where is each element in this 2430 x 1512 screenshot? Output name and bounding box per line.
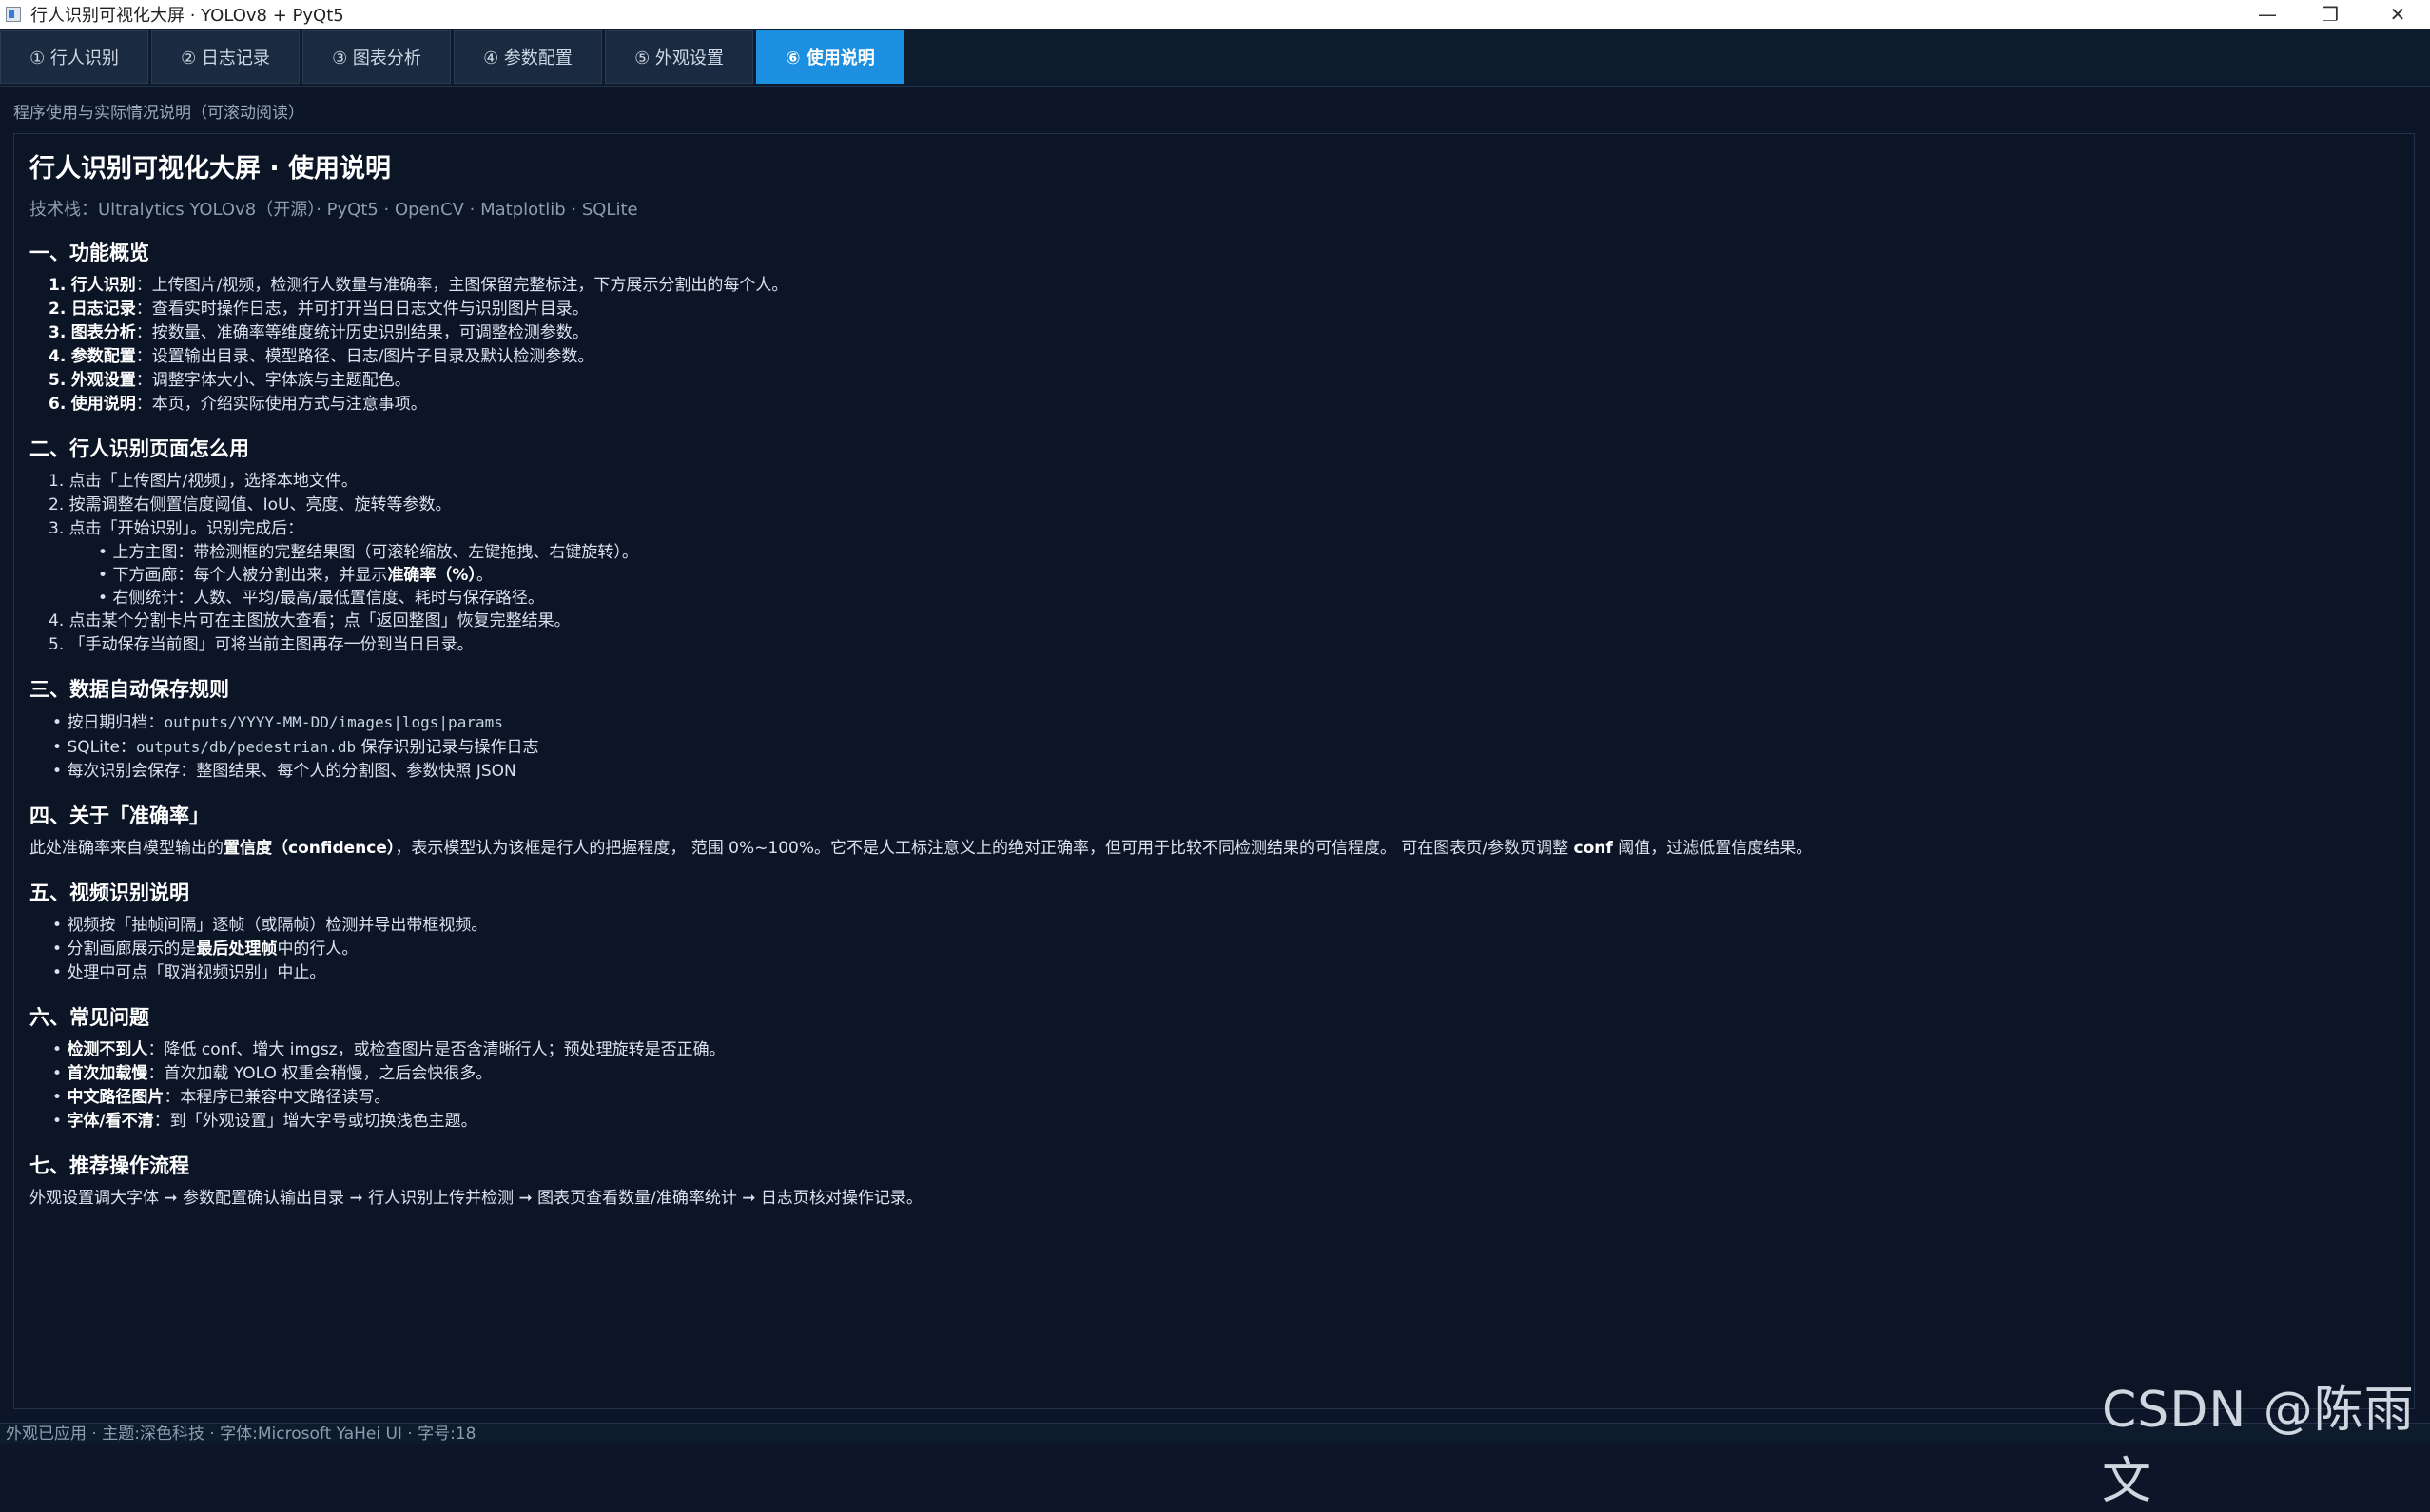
howto-sublist: 上方主图：带检测框的完整结果图（可滚轮缩放、左键拖拽、右键旋转）。 下方画廊：每… bbox=[98, 541, 2399, 610]
tab-bar: ① 行人识别 ② 日志记录 ③ 图表分析 ④ 参数配置 ⑤ 外观设置 ⑥ 使用说… bbox=[0, 29, 2430, 87]
tab-chart-analysis[interactable]: ③ 图表分析 bbox=[302, 30, 451, 84]
list-item: 字体/看不清：到「外观设置」增大字号或切换浅色主题。 bbox=[52, 1110, 2399, 1134]
list-item: 右侧统计：人数、平均/最高/最低置信度、耗时与保存路径。 bbox=[98, 587, 2399, 610]
section-caption: 程序使用与实际情况说明（可滚动阅读） bbox=[13, 104, 304, 123]
section-heading-accuracy: 四、关于「准确率」 bbox=[29, 804, 209, 827]
list-item: 2. 日志记录：查看实时操作日志，并可打开当日日志文件与识别图片目录。 bbox=[49, 300, 589, 319]
app-icon bbox=[6, 7, 21, 22]
video-list: 视频按「抽帧间隔」逐帧（或隔帧）检测并导出带框视频。 分割画廊展示的是最后处理帧… bbox=[52, 914, 2399, 985]
list-item: 每次识别会保存：整图结果、每个人的分割图、参数快照 JSON bbox=[52, 760, 2399, 784]
list-item: 5. 外观设置：调整字体大小、字体族与主题配色。 bbox=[49, 371, 411, 390]
section-heading-faq: 六、常见问题 bbox=[29, 1006, 149, 1029]
list-item: 6. 使用说明：本页，介绍实际使用方式与注意事项。 bbox=[49, 395, 427, 414]
list-item: 处理中可点「取消视频识别」中止。 bbox=[52, 961, 2399, 985]
title-bar: 行人识别可视化大屏 · YOLOv8 + PyQt5 — ❐ ✕ bbox=[0, 0, 2430, 29]
faq-list: 检测不到人：降低 conf、增大 imgsz，或检查图片是否含清晰行人；预处理旋… bbox=[52, 1038, 2399, 1134]
doc-subtitle: 技术栈：Ultralytics YOLOv8（开源）· PyQt5 · Open… bbox=[29, 200, 638, 220]
list-item: 检测不到人：降低 conf、增大 imgsz，或检查图片是否含清晰行人；预处理旋… bbox=[52, 1038, 2399, 1062]
close-icon[interactable]: ✕ bbox=[2367, 0, 2428, 29]
section-heading-howto: 二、行人识别页面怎么用 bbox=[29, 437, 249, 460]
window-title: 行人识别可视化大屏 · YOLOv8 + PyQt5 bbox=[30, 6, 344, 26]
howto-list-cont: 4. 点击某个分割卡片可在主图放大查看；点「返回整图」恢复完整结果。 5. 「手… bbox=[49, 610, 2399, 657]
watermark: CSDN @陈雨文 bbox=[2102, 1382, 2415, 1510]
workflow-paragraph: 外观设置调大字体 ➞ 参数配置确认输出目录 ➞ 行人识别上传并检测 ➞ 图表页查… bbox=[29, 1189, 923, 1208]
maximize-icon[interactable]: ❐ bbox=[2300, 0, 2361, 29]
doc-title: 行人识别可视化大屏 · 使用说明 bbox=[29, 154, 392, 184]
howto-list: 1. 点击「上传图片/视频」，选择本地文件。 2. 按需调整右侧置信度阈值、Io… bbox=[49, 470, 2399, 541]
guide-scroll-area[interactable]: 行人识别可视化大屏 · 使用说明 技术栈：Ultralytics YOLOv8（… bbox=[13, 133, 2415, 1409]
list-item: 下方画廊：每个人被分割出来，并显示准确率（%）。 bbox=[98, 564, 2399, 587]
tab-pedestrian-detection[interactable]: ① 行人识别 bbox=[0, 30, 148, 84]
list-item: 3. 图表分析：按数量、准确率等维度统计历史识别结果，可调整检测参数。 bbox=[49, 323, 589, 342]
section-heading-video: 五、视频识别说明 bbox=[29, 882, 189, 904]
tab-parameter-config[interactable]: ④ 参数配置 bbox=[454, 30, 602, 84]
autosave-list: 按日期归档：outputs/YYYY-MM-DD/images|logs|par… bbox=[52, 710, 2399, 784]
list-item: 4. 点击某个分割卡片可在主图放大查看；点「返回整图」恢复完整结果。 bbox=[49, 611, 571, 630]
status-bar: 外观已应用 · 主题:深色科技 · 字体:Microsoft YaHei UI … bbox=[0, 1423, 2430, 1444]
list-item: 5. 「手动保存当前图」可将当前主图再存一份到当日目录。 bbox=[49, 635, 474, 654]
list-item: 首次加载慢：首次加载 YOLO 权重会稍慢，之后会快很多。 bbox=[52, 1062, 2399, 1086]
minimize-icon[interactable]: — bbox=[2237, 0, 2298, 29]
section-heading-workflow: 七、推荐操作流程 bbox=[29, 1154, 189, 1177]
accuracy-paragraph: 此处准确率来自模型输出的置信度（confidence），表示模型认为该框是行人的… bbox=[29, 839, 1813, 858]
feature-list: 1. 行人识别：上传图片/视频，检测行人数量与准确率，主图保留完整标注，下方展示… bbox=[49, 274, 2399, 417]
list-item: 上方主图：带检测框的完整结果图（可滚轮缩放、左键拖拽、右键旋转）。 bbox=[98, 541, 2399, 564]
tab-log-records[interactable]: ② 日志记录 bbox=[151, 30, 300, 84]
list-item: SQLite：outputs/db/pedestrian.db 保存识别记录与操… bbox=[52, 735, 2399, 760]
list-item: 中文路径图片：本程序已兼容中文路径读写。 bbox=[52, 1086, 2399, 1110]
list-item: 分割画廊展示的是最后处理帧中的行人。 bbox=[52, 938, 2399, 961]
list-item: 1. 点击「上传图片/视频」，选择本地文件。 bbox=[49, 472, 358, 491]
section-heading-overview: 一、功能概览 bbox=[29, 242, 149, 264]
tab-appearance-settings[interactable]: ⑤ 外观设置 bbox=[605, 30, 753, 84]
list-item: 按日期归档：outputs/YYYY-MM-DD/images|logs|par… bbox=[52, 710, 2399, 735]
list-item: 1. 行人识别：上传图片/视频，检测行人数量与准确率，主图保留完整标注，下方展示… bbox=[49, 276, 788, 295]
section-heading-autosave: 三、数据自动保存规则 bbox=[29, 678, 229, 701]
list-item: 4. 参数配置：设置输出目录、模型路径、日志/图片子目录及默认检测参数。 bbox=[49, 347, 594, 366]
list-item: 视频按「抽帧间隔」逐帧（或隔帧）检测并导出带框视频。 bbox=[52, 914, 2399, 938]
list-item: 3. 点击「开始识别」。识别完成后： bbox=[49, 519, 304, 538]
list-item: 2. 按需调整右侧置信度阈值、IoU、亮度、旋转等参数。 bbox=[49, 495, 452, 514]
tab-usage-guide[interactable]: ⑥ 使用说明 bbox=[756, 30, 904, 84]
